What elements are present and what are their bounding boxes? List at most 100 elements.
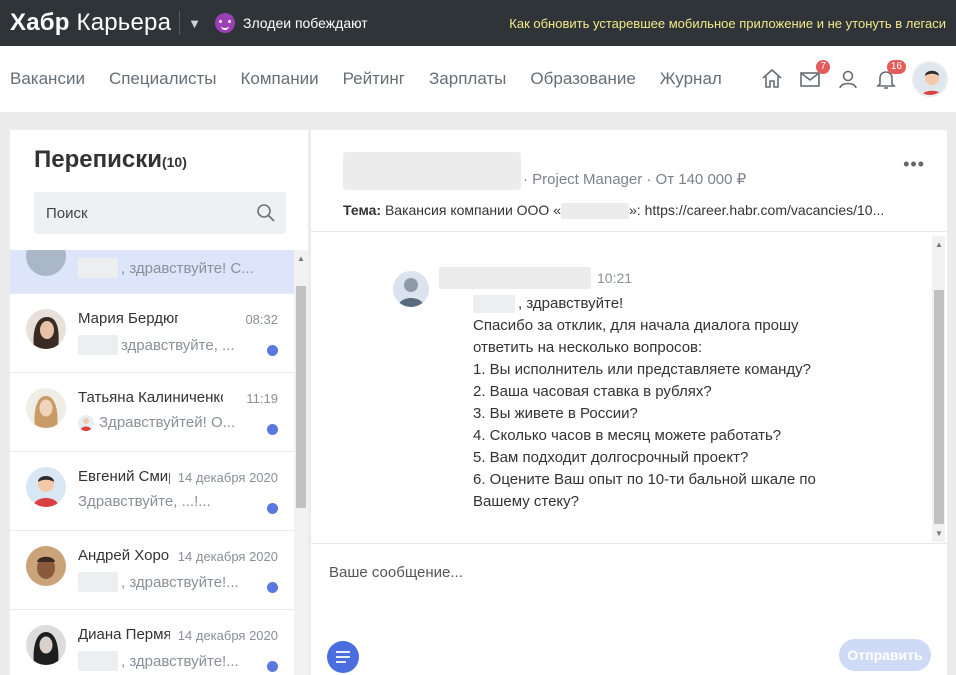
conversation-item[interactable]: Диана Пермякова 14 декабря 2020 , здравс… bbox=[10, 610, 294, 675]
chat-subject: Тема: Вакансия компании ООО « »: https://… bbox=[343, 202, 933, 220]
nav-education[interactable]: Образование bbox=[530, 69, 635, 89]
scroll-down-arrow-icon[interactable]: ▼ bbox=[935, 529, 943, 538]
user-avatar[interactable] bbox=[912, 61, 948, 97]
conversation-time: 11:19 bbox=[244, 391, 278, 406]
conversation-preview: здравствуйте, ... bbox=[121, 336, 235, 354]
avatar bbox=[26, 309, 66, 349]
notifications-badge: 16 bbox=[886, 60, 906, 74]
chevron-down-icon[interactable]: ▼ bbox=[188, 16, 201, 31]
sender-name-redacted bbox=[439, 267, 591, 289]
send-button[interactable]: Отправить bbox=[839, 639, 931, 671]
conversation-name: Евгений Смирнов bbox=[78, 468, 170, 485]
conversation-item[interactable]: Андрей Хорошилов 14 декабря 2020 , здрав… bbox=[10, 531, 294, 610]
nav-companies[interactable]: Компании bbox=[241, 69, 319, 89]
message-input[interactable] bbox=[329, 564, 929, 624]
chat-header: · Project Manager · От 140 000 ₽ ••• Тем… bbox=[311, 130, 947, 232]
message-body: , здравствуйте! Спасибо за отклик, для н… bbox=[423, 293, 843, 513]
conversation-preview: , здравствуйте! С... bbox=[121, 259, 254, 277]
conversation-preview: Здравствуйтей! О... bbox=[99, 414, 236, 431]
conversation-list: , здравствуйте! С... Мария Бердюгина 08:… bbox=[10, 250, 294, 675]
avatar bbox=[26, 625, 66, 665]
conversation-preview: , здравствуйте!... bbox=[121, 652, 239, 670]
message-line: ответить на несколько вопросов: bbox=[473, 339, 703, 356]
avatar bbox=[26, 546, 66, 586]
scrollbar-thumb[interactable] bbox=[296, 286, 306, 508]
search-box bbox=[34, 192, 286, 234]
nav-salaries[interactable]: Зарплаты bbox=[429, 69, 506, 89]
unread-dot bbox=[267, 345, 278, 356]
message-line: 3. Вы живете в России? bbox=[473, 405, 638, 422]
subject-prefix: Вакансия компании ООО « bbox=[384, 202, 562, 218]
conversation-item[interactable]: Мария Бердюгина 08:32 здравствуйте, ... bbox=[10, 294, 294, 373]
conversation-preview: Здравствуйте, ...!... bbox=[78, 493, 211, 510]
conversation-time: 14 декабря 2020 bbox=[175, 628, 278, 643]
contact-meta: · Project Manager · От 140 000 ₽ bbox=[523, 171, 747, 188]
user-icon[interactable] bbox=[836, 67, 860, 91]
formatting-button[interactable] bbox=[327, 641, 359, 673]
conversation-name: Диана Пермякова bbox=[78, 626, 170, 643]
avatar bbox=[26, 250, 66, 276]
unread-dot bbox=[267, 503, 278, 514]
unread-dot bbox=[267, 424, 278, 435]
unread-dot bbox=[267, 661, 278, 672]
message-line: 6. Оцените Ваш опыт по 10-ти бальной шка… bbox=[473, 471, 816, 488]
avatar bbox=[26, 388, 66, 428]
message: 10:21 , здравствуйте! Спасибо за отклик,… bbox=[393, 267, 843, 513]
home-icon[interactable] bbox=[760, 67, 784, 91]
devil-emoji-icon bbox=[215, 13, 236, 33]
bell-icon[interactable]: 16 bbox=[874, 60, 906, 91]
conversation-time: 14 декабря 2020 bbox=[175, 470, 278, 485]
conversation-item[interactable]: Татьяна Калиниченко 11:19 Здравствуйтей!… bbox=[10, 373, 294, 452]
scroll-up-arrow-icon[interactable]: ▲ bbox=[297, 254, 305, 263]
message-line: , здравствуйте! bbox=[518, 295, 624, 312]
sender-avatar bbox=[393, 271, 429, 307]
scrollbar-thumb[interactable] bbox=[934, 290, 944, 524]
subject-suffix: »: https://career.habr.com/vacancies/10.… bbox=[629, 202, 885, 218]
menu-lines-icon bbox=[336, 651, 350, 663]
conversation-preview: , здравствуйте!... bbox=[121, 573, 239, 591]
sender-avatar bbox=[78, 414, 94, 431]
avatar bbox=[26, 467, 66, 507]
company-name-redacted bbox=[561, 203, 630, 220]
conversation-item[interactable]: Евгений Смирнов 14 декабря 2020 Здравств… bbox=[10, 452, 294, 531]
search-icon[interactable] bbox=[256, 203, 276, 228]
message-line: Спасибо за отклик, для начала диалога пр… bbox=[473, 317, 799, 334]
top-bar: Хабр Карьера ▼ Злодеи побеждают Как обно… bbox=[0, 0, 956, 46]
scroll-up-arrow-icon[interactable]: ▲ bbox=[935, 240, 943, 249]
contact-name-redacted bbox=[343, 152, 521, 190]
tagline-link[interactable]: Злодеи побеждают bbox=[243, 15, 368, 31]
unread-dot bbox=[267, 582, 278, 593]
message-line: 4. Сколько часов в месяц можете работать… bbox=[473, 427, 782, 444]
nav-specialists[interactable]: Специалисты bbox=[109, 69, 217, 89]
nav-icons: 7 16 bbox=[746, 60, 956, 97]
compose-area: Отправить bbox=[311, 543, 947, 675]
messages-badge: 7 bbox=[816, 60, 830, 74]
message-line: 1. Вы исполнитель или представляете кома… bbox=[473, 361, 811, 378]
conversation-list-scrollbar[interactable]: ▲ bbox=[294, 250, 308, 675]
message-area: 10:21 , здравствуйте! Спасибо за отклик,… bbox=[311, 233, 947, 543]
logo-divider bbox=[179, 11, 181, 35]
conversation-item-active[interactable]: , здравствуйте! С... bbox=[10, 250, 294, 294]
conversation-name: Мария Бердюгина bbox=[78, 310, 178, 327]
more-options-icon[interactable]: ••• bbox=[903, 154, 925, 175]
nav-vacancies[interactable]: Вакансии bbox=[10, 69, 85, 89]
conversation-name: Татьяна Калиниченко bbox=[78, 389, 223, 406]
message-time: 10:21 bbox=[597, 270, 633, 286]
habr-career-logo[interactable]: Хабр Карьера bbox=[0, 9, 171, 37]
message-line: 5. Вам подходит долгосрочный проект? bbox=[473, 449, 749, 466]
message-line: 2. Ваша часовая ставка в рублях? bbox=[473, 383, 712, 400]
search-input[interactable] bbox=[34, 192, 286, 234]
message-line: Вашему стеку? bbox=[473, 493, 579, 510]
subject-label: Тема: bbox=[343, 202, 382, 218]
messages-icon[interactable]: 7 bbox=[798, 60, 830, 91]
main-nav: Вакансии Специалисты Компании Рейтинг За… bbox=[0, 46, 956, 112]
conversations-title: Переписки bbox=[34, 146, 162, 173]
conversation-time: 14 декабря 2020 bbox=[175, 549, 278, 564]
promo-link[interactable]: Как обновить устаревшее мобильное прилож… bbox=[509, 16, 956, 31]
chat-panel: · Project Manager · От 140 000 ₽ ••• Тем… bbox=[311, 130, 947, 675]
conversation-name: Андрей Хорошилов bbox=[78, 547, 170, 564]
nav-rating[interactable]: Рейтинг bbox=[343, 69, 405, 89]
nav-journal[interactable]: Журнал bbox=[660, 69, 722, 89]
conversations-count: (10) bbox=[161, 154, 187, 170]
message-scrollbar[interactable]: ▲ ▼ bbox=[932, 236, 945, 542]
